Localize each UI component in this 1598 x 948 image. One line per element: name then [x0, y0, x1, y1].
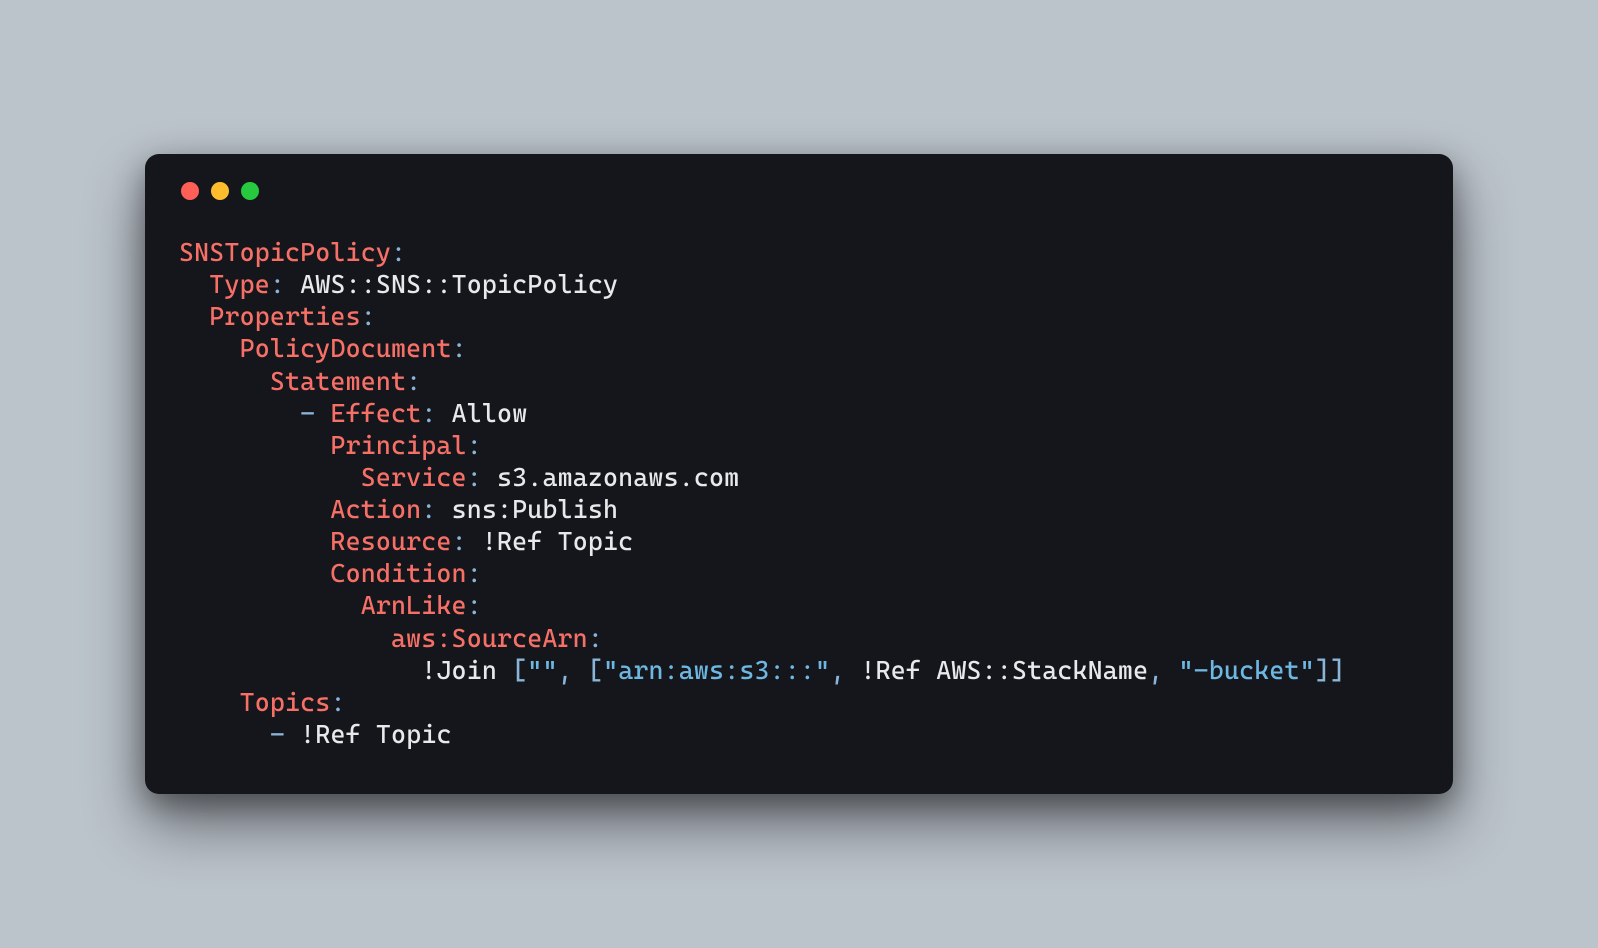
bracket-close: ]: [1330, 655, 1345, 685]
yaml-value: s3.amazonaws.com: [497, 462, 739, 492]
yaml-tag: !Ref: [861, 655, 922, 685]
colon: :: [467, 558, 482, 588]
yaml-key: aws:SourceArn: [391, 623, 588, 653]
close-icon[interactable]: [181, 182, 199, 200]
string-literal: "": [527, 655, 557, 685]
colon: :: [330, 687, 345, 717]
yaml-key: Resource: [330, 526, 451, 556]
string-literal: "arn:aws:s3:::": [603, 655, 830, 685]
colon: :: [467, 462, 482, 492]
yaml-value: Topic: [376, 719, 452, 749]
yaml-key: ArnLike: [361, 590, 467, 620]
yaml-value: sns:Publish: [452, 494, 619, 524]
yaml-value: Topic: [558, 526, 634, 556]
dash: -: [270, 719, 285, 749]
yaml-key: Topics: [240, 687, 331, 717]
comma: ,: [1148, 655, 1163, 685]
code-block: SNSTopicPolicy: Type: AWS::SNS::TopicPol…: [179, 236, 1419, 750]
colon: :: [452, 333, 467, 363]
yaml-key: Principal: [330, 430, 466, 460]
string-literal: "-bucket": [1179, 655, 1315, 685]
bracket-open: [: [588, 655, 603, 685]
yaml-key: Type: [209, 269, 270, 299]
bracket-close: ]: [1315, 655, 1330, 685]
yaml-tag: !Join: [421, 655, 497, 685]
colon: :: [421, 398, 436, 428]
colon: :: [270, 269, 285, 299]
colon: :: [361, 301, 376, 331]
yaml-key: Statement: [270, 366, 406, 396]
colon: :: [452, 526, 467, 556]
yaml-value: AWS::StackName: [936, 655, 1148, 685]
zoom-icon[interactable]: [241, 182, 259, 200]
yaml-tag: !Ref: [300, 719, 361, 749]
comma: ,: [830, 655, 845, 685]
comma: ,: [558, 655, 573, 685]
colon: :: [467, 590, 482, 620]
window-controls: [181, 182, 1419, 200]
yaml-key: Condition: [330, 558, 466, 588]
yaml-key: Action: [330, 494, 421, 524]
yaml-key: SNSTopicPolicy: [179, 237, 391, 267]
code-window: SNSTopicPolicy: Type: AWS::SNS::TopicPol…: [145, 154, 1453, 794]
yaml-key: Effect: [330, 398, 421, 428]
dash: -: [300, 398, 315, 428]
yaml-value: AWS::SNS::TopicPolicy: [300, 269, 618, 299]
colon: :: [588, 623, 603, 653]
yaml-key: Properties: [209, 301, 360, 331]
colon: :: [391, 237, 406, 267]
yaml-key: Service: [361, 462, 467, 492]
minimize-icon[interactable]: [211, 182, 229, 200]
bracket-open: [: [512, 655, 527, 685]
yaml-tag: !Ref: [482, 526, 543, 556]
colon: :: [467, 430, 482, 460]
colon: :: [421, 494, 436, 524]
yaml-key: PolicyDocument: [240, 333, 452, 363]
colon: :: [406, 366, 421, 396]
yaml-value: Allow: [452, 398, 528, 428]
